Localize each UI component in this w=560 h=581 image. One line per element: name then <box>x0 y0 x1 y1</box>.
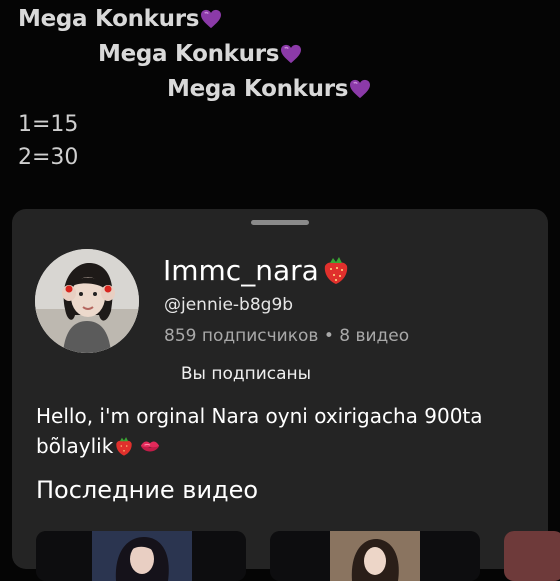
caption-line-1: Mega Konkurs <box>18 6 222 32</box>
strawberry-icon <box>116 437 132 456</box>
video-thumbnail-image <box>504 531 560 581</box>
caption-line-2: Mega Konkurs <box>98 41 302 67</box>
channel-bio: Hello, i'm orginal Nara oyni oxirigacha … <box>36 401 536 461</box>
prize-note-1: 1=15 <box>18 112 79 137</box>
video-thumbnail-image <box>36 531 246 581</box>
drag-handle[interactable] <box>251 220 309 225</box>
channel-bottom-sheet: Immc_nara @jennie-b8g9b 859 подписчиков … <box>12 209 560 581</box>
video-thumbnail-1[interactable] <box>36 531 246 581</box>
channel-name-text: Immc_nara <box>163 254 319 287</box>
purple-heart-icon <box>281 44 302 64</box>
channel-stats: 859 подписчиков • 8 видео <box>164 326 410 346</box>
video-thumbnail-image <box>270 531 480 581</box>
caption-text: Mega Konkurs <box>98 41 280 67</box>
avatar-image <box>35 249 139 353</box>
bio-line-1: Hello, i'm orginal Nara oyni oxirigacha … <box>36 404 483 428</box>
channel-name: Immc_nara <box>163 254 351 287</box>
recent-videos-title: Последние видео <box>36 476 259 504</box>
purple-heart-icon <box>201 9 222 29</box>
subscribed-button[interactable]: Вы подписаны <box>170 360 322 388</box>
video-thumbnail-2[interactable] <box>270 531 480 581</box>
purple-heart-icon <box>350 79 371 99</box>
strawberry-icon <box>324 257 347 284</box>
channel-avatar[interactable] <box>35 249 139 353</box>
bio-line-2: bõlaylik <box>36 431 536 461</box>
caption-text: Mega Konkurs <box>167 76 349 102</box>
caption-text: Mega Konkurs <box>18 6 200 32</box>
prize-note-2: 2=30 <box>18 145 79 170</box>
bio-line-2-text: bõlaylik <box>36 434 114 458</box>
channel-handle: @jennie-b8g9b <box>164 295 294 315</box>
caption-line-3: Mega Konkurs <box>167 76 371 102</box>
kiss-lips-icon <box>141 441 160 452</box>
video-thumbnail-3[interactable] <box>504 531 560 581</box>
